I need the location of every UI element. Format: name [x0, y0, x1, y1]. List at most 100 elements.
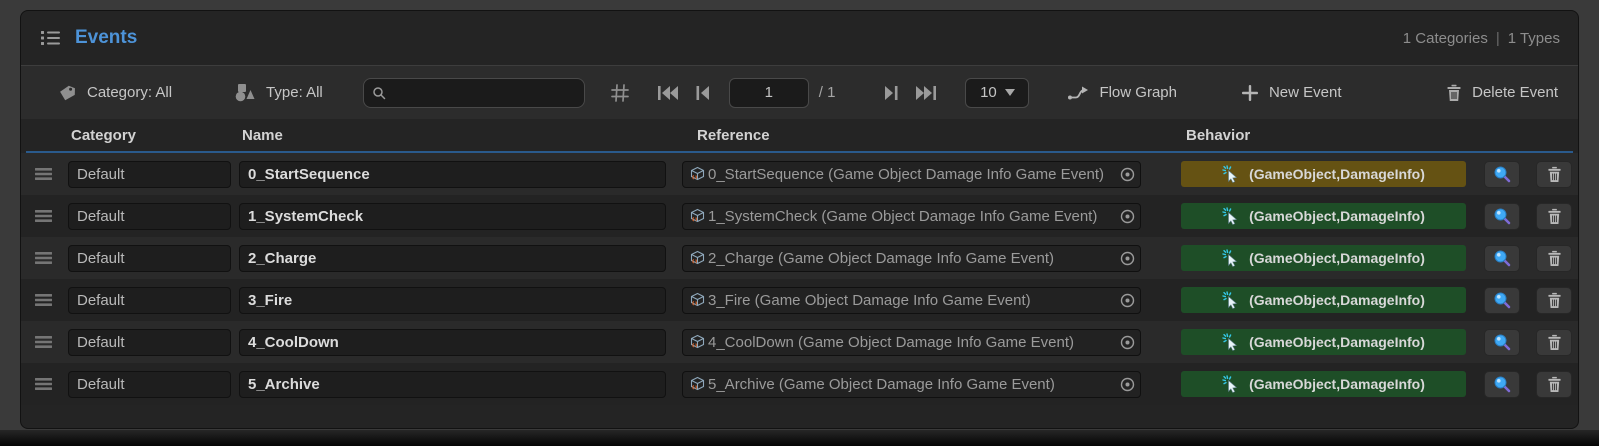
next-page-button[interactable] [875, 84, 907, 102]
table-row: 1_SystemCheck (Game Object Damage Info G… [21, 195, 1578, 237]
search-input[interactable] [391, 84, 576, 101]
summary-counts: 1 Categories | 1 Types [1403, 30, 1560, 47]
delete-row-button[interactable] [1536, 160, 1572, 188]
category-input[interactable] [68, 286, 231, 314]
reference-object-field[interactable]: 0_StartSequence (Game Object Damage Info… [682, 160, 1141, 188]
column-header-category: Category [71, 126, 137, 144]
object-picker-icon[interactable] [1119, 292, 1136, 309]
trash-icon [1446, 84, 1462, 102]
trash-icon [1547, 292, 1562, 309]
chevron-down-icon [1004, 89, 1015, 96]
drag-handle[interactable] [33, 334, 68, 350]
reference-object-field[interactable]: 5_Archive (Game Object Damage Info Game … [682, 370, 1141, 398]
scriptable-object-icon [689, 166, 706, 183]
cursor-click-icon [1222, 207, 1240, 225]
drag-handle[interactable] [33, 166, 68, 182]
new-event-button[interactable]: New Event [1241, 84, 1342, 102]
type-filter-button[interactable]: Type: All [234, 83, 323, 103]
reference-object-field[interactable]: 2_Charge (Game Object Damage Info Game E… [682, 244, 1141, 272]
last-page-button[interactable] [907, 84, 945, 102]
inspect-button[interactable] [1484, 286, 1520, 314]
cursor-click-icon [1222, 375, 1240, 393]
delete-event-button[interactable]: Delete Event [1446, 84, 1558, 102]
table-row: 2_Charge (Game Object Damage Info Game E… [21, 237, 1578, 279]
flow-branch-icon [1067, 83, 1089, 103]
grid-view-icon[interactable] [609, 82, 631, 104]
object-picker-icon[interactable] [1119, 376, 1136, 393]
delete-row-button[interactable] [1536, 202, 1572, 230]
behavior-badge[interactable]: (GameObject,DamageInfo) [1181, 161, 1466, 187]
event-name-input[interactable] [239, 160, 666, 188]
behavior-label: (GameObject,DamageInfo) [1249, 208, 1425, 224]
reference-value: 5_Archive (Game Object Damage Info Game … [708, 375, 1055, 393]
delete-row-button[interactable] [1536, 370, 1572, 398]
drag-handle[interactable] [33, 292, 68, 308]
page-size-dropdown[interactable]: 10 [965, 77, 1030, 108]
object-picker-icon[interactable] [1119, 208, 1136, 225]
previous-page-button[interactable] [687, 84, 719, 102]
reference-value: 4_CoolDown (Game Object Damage Info Game… [708, 333, 1074, 351]
drag-handle[interactable] [33, 250, 68, 266]
reference-object-field[interactable]: 1_SystemCheck (Game Object Damage Info G… [682, 202, 1141, 230]
tag-icon [57, 83, 77, 103]
inspect-button[interactable] [1484, 202, 1520, 230]
category-input[interactable] [68, 160, 231, 188]
delete-row-button[interactable] [1536, 328, 1572, 356]
object-picker-icon[interactable] [1119, 166, 1136, 183]
page-number-input[interactable] [728, 77, 809, 108]
inspect-button[interactable] [1484, 244, 1520, 272]
event-name-input[interactable] [239, 328, 666, 356]
inspect-button[interactable] [1484, 160, 1520, 188]
category-input[interactable] [68, 370, 231, 398]
category-input[interactable] [68, 202, 231, 230]
behavior-label: (GameObject,DamageInfo) [1249, 250, 1425, 266]
object-picker-icon[interactable] [1119, 250, 1136, 267]
table-header: Category Name Reference Behavior [21, 119, 1578, 151]
drag-handle[interactable] [33, 376, 68, 392]
object-picker-icon[interactable] [1119, 334, 1136, 351]
behavior-badge[interactable]: (GameObject,DamageInfo) [1181, 203, 1466, 229]
behavior-label: (GameObject,DamageInfo) [1249, 376, 1425, 392]
drag-handle[interactable] [33, 208, 68, 224]
magnifier-icon [1493, 375, 1511, 393]
behavior-badge[interactable]: (GameObject,DamageInfo) [1181, 245, 1466, 271]
search-icon [372, 86, 386, 100]
magnifier-icon [1493, 165, 1511, 183]
events-panel: Events 1 Categories | 1 Types Category: … [20, 10, 1579, 429]
event-name-input[interactable] [239, 244, 666, 272]
cursor-click-icon [1222, 291, 1240, 309]
first-page-button[interactable] [649, 84, 687, 102]
shapes-icon [234, 83, 256, 103]
flow-graph-button[interactable]: Flow Graph [1067, 83, 1177, 103]
plus-icon [1241, 84, 1259, 102]
category-input[interactable] [68, 328, 231, 356]
category-filter-label: Category: All [87, 84, 173, 101]
event-name-input[interactable] [239, 370, 666, 398]
trash-icon [1547, 250, 1562, 267]
event-name-input[interactable] [239, 202, 666, 230]
behavior-badge[interactable]: (GameObject,DamageInfo) [1181, 329, 1466, 355]
column-header-name: Name [242, 126, 283, 144]
inspect-button[interactable] [1484, 370, 1520, 398]
behavior-badge[interactable]: (GameObject,DamageInfo) [1181, 371, 1466, 397]
column-header-behavior: Behavior [1186, 126, 1251, 144]
reference-object-field[interactable]: 3_Fire (Game Object Damage Info Game Eve… [682, 286, 1141, 314]
table-row: 0_StartSequence (Game Object Damage Info… [21, 153, 1578, 195]
magnifier-icon [1493, 207, 1511, 225]
scriptable-object-icon [689, 292, 706, 309]
event-name-input[interactable] [239, 286, 666, 314]
category-input[interactable] [68, 244, 231, 272]
cursor-click-icon [1222, 333, 1240, 351]
inspect-button[interactable] [1484, 328, 1520, 356]
list-icon [39, 28, 63, 48]
delete-row-button[interactable] [1536, 244, 1572, 272]
delete-row-button[interactable] [1536, 286, 1572, 314]
type-filter-label: Type: All [266, 84, 323, 101]
page-title: Events [75, 27, 138, 48]
category-filter-button[interactable]: Category: All [57, 83, 172, 103]
table-row: 3_Fire (Game Object Damage Info Game Eve… [21, 279, 1578, 321]
behavior-badge[interactable]: (GameObject,DamageInfo) [1181, 287, 1466, 313]
table-row: 5_Archive (Game Object Damage Info Game … [21, 363, 1578, 405]
reference-object-field[interactable]: 4_CoolDown (Game Object Damage Info Game… [682, 328, 1141, 356]
search-box [362, 77, 585, 108]
